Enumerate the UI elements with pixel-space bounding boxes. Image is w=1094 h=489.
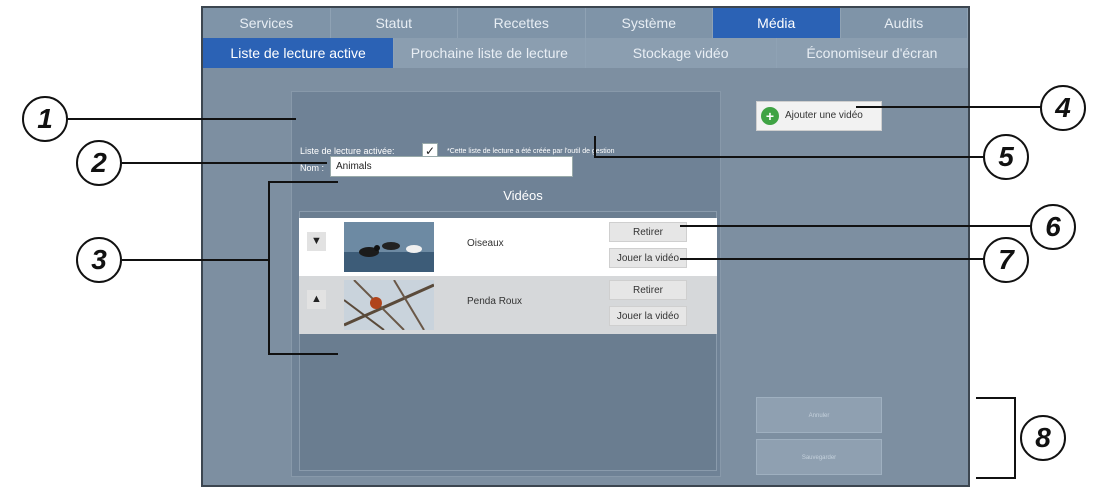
tab-media[interactable]: Média <box>713 8 841 38</box>
callout-line-4 <box>856 106 1042 108</box>
add-video-label: Ajouter une vidéo <box>785 110 863 121</box>
callout-bracket-8 <box>1014 397 1016 479</box>
name-label: Nom : <box>300 163 325 173</box>
callout-line-5-riser <box>594 136 596 157</box>
main-tabs: Services Statut Recettes Système Média A… <box>203 8 968 38</box>
callout-1: 1 <box>22 96 68 142</box>
tab-systeme[interactable]: Système <box>585 8 713 38</box>
tab-video-storage[interactable]: Stockage vidéo <box>585 38 777 68</box>
callout-line-7 <box>680 258 985 260</box>
video-title: Penda Roux <box>467 296 523 307</box>
play-video-button[interactable]: Jouer la vidéo <box>609 306 687 326</box>
plus-icon: + <box>761 107 779 125</box>
tab-next-playlist[interactable]: Prochaine liste de lecture <box>394 38 586 68</box>
callout-bracket-3 <box>268 181 270 354</box>
playlist-screen: Services Statut Recettes Système Média A… <box>201 6 970 487</box>
callout-bracket-8-top <box>976 397 1016 399</box>
save-button[interactable]: Sauvegarder <box>756 439 882 475</box>
callout-5: 5 <box>983 134 1029 180</box>
callout-bracket-8-bottom <box>976 477 1016 479</box>
video-thumbnail-bird-branches <box>344 280 434 330</box>
callout-line-6 <box>680 225 1032 227</box>
video-row: ▼ Oiseaux Retirer Jouer la vidéo <box>299 218 717 276</box>
tab-statut[interactable]: Statut <box>330 8 458 38</box>
name-input[interactable]: Animals <box>330 156 573 177</box>
cancel-button[interactable]: Annuler <box>756 397 882 433</box>
callout-bracket-3-top <box>268 181 338 183</box>
video-row: ▲ Penda Roux Retirer Jouer la vidéo <box>299 276 717 334</box>
videos-title: Vidéos <box>503 188 543 203</box>
callout-4: 4 <box>1040 85 1086 131</box>
tab-audits[interactable]: Audits <box>840 8 968 38</box>
callout-7: 7 <box>983 237 1029 283</box>
tab-services[interactable]: Services <box>203 8 331 38</box>
tab-active-playlist[interactable]: Liste de lecture active <box>203 38 395 68</box>
tab-screensaver[interactable]: Économiseur d'écran <box>776 38 968 68</box>
tab-recettes[interactable]: Recettes <box>458 8 586 38</box>
callout-bracket-3-bottom <box>268 353 338 355</box>
video-title: Oiseaux <box>467 238 504 249</box>
callout-2: 2 <box>76 140 122 186</box>
callout-6: 6 <box>1030 204 1076 250</box>
callout-line-1 <box>68 118 296 120</box>
remove-button[interactable]: Retirer <box>609 280 687 300</box>
callout-line-5 <box>594 156 984 158</box>
callout-3: 3 <box>76 237 122 283</box>
remove-button[interactable]: Retirer <box>609 222 687 242</box>
play-video-button[interactable]: Jouer la vidéo <box>609 248 687 268</box>
move-down-button[interactable]: ▼ <box>307 232 326 251</box>
move-up-button[interactable]: ▲ <box>307 290 326 309</box>
note-text: *Cette liste de lecture a été créée par … <box>447 148 615 155</box>
active-label: Liste de lecture activée: <box>300 146 395 156</box>
callout-line-2 <box>122 162 327 164</box>
callout-8: 8 <box>1020 415 1066 461</box>
sub-tabs: Liste de lecture active Prochaine liste … <box>203 38 968 68</box>
callout-line-3 <box>122 259 269 261</box>
video-thumbnail-birds <box>344 222 434 272</box>
